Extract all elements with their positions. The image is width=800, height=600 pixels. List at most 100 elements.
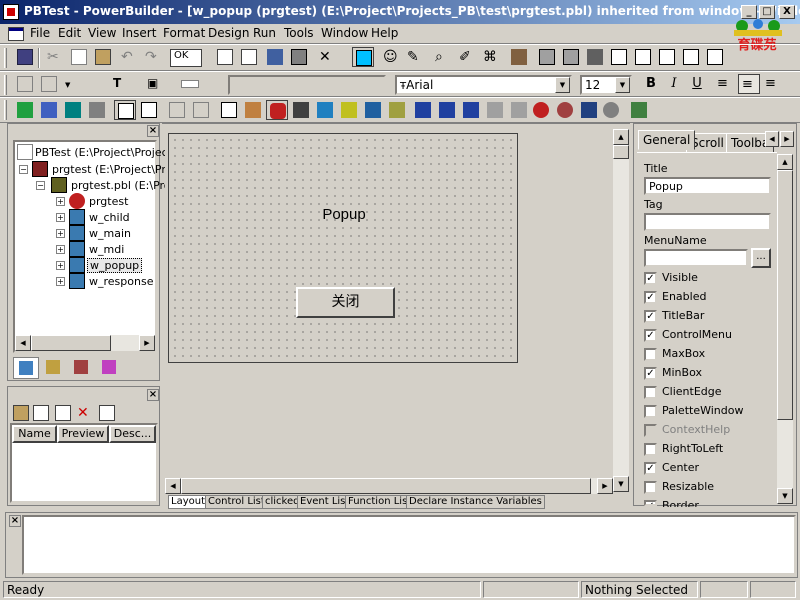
scroll-down-icon[interactable]: ▼	[777, 488, 793, 504]
titlebar-checkbox[interactable]: ✓	[644, 310, 657, 323]
tree-item-w-response[interactable]: w_response	[89, 275, 153, 288]
script-button[interactable]: ✎	[404, 47, 426, 67]
menu-view[interactable]: View	[88, 26, 116, 40]
check-icon[interactable]	[38, 100, 60, 120]
search-button[interactable]: ⌕	[432, 47, 454, 67]
background-color-button[interactable]: ▣	[144, 74, 166, 94]
replace-button[interactable]: ✐	[456, 47, 478, 67]
paste-list-icon[interactable]	[10, 403, 32, 423]
tree-item-w-main[interactable]: w_main	[89, 227, 131, 240]
scroll-right-icon[interactable]: ▶	[597, 478, 613, 494]
menu-format[interactable]: Format	[163, 26, 205, 40]
enabled-checkbox[interactable]: ✓	[644, 291, 657, 304]
grid-tool[interactable]	[484, 100, 506, 120]
close-icon[interactable]: ×	[147, 389, 159, 401]
align-right-button[interactable]: ≡	[762, 74, 784, 94]
menu-tools[interactable]: Tools	[284, 26, 314, 40]
righttoleft-checkbox[interactable]	[644, 443, 657, 456]
library-painter-button[interactable]	[508, 47, 530, 67]
run-icon[interactable]	[14, 100, 36, 120]
build-icon[interactable]	[62, 100, 84, 120]
tab-order-tool[interactable]	[508, 100, 530, 120]
border-checkbox[interactable]: ✓	[644, 500, 657, 506]
toolbar-grip[interactable]	[4, 48, 7, 68]
clip-tab[interactable]	[97, 357, 123, 379]
exit-door-icon[interactable]	[628, 100, 650, 120]
save-button[interactable]	[14, 47, 36, 67]
text-color-button[interactable]: T	[110, 74, 132, 94]
collapse-icon[interactable]: −	[36, 181, 45, 190]
toolbar-extra-button[interactable]	[704, 47, 726, 67]
scroll-thumb[interactable]	[31, 335, 111, 351]
redo-button[interactable]: ↷	[142, 47, 164, 67]
dropdown-arrow-icon[interactable]: ▼	[62, 74, 84, 94]
tree-item-library[interactable]: prgtest.pbl (E:\Proc	[71, 179, 177, 192]
debug-icon[interactable]	[554, 100, 576, 120]
static-text-tool[interactable]	[362, 100, 384, 120]
expand-icon[interactable]: +	[56, 277, 65, 286]
italic-button[interactable]: I	[663, 74, 685, 94]
exit-button[interactable]	[584, 47, 606, 67]
title-field[interactable]: Popup	[644, 177, 771, 195]
close-button[interactable]: X	[779, 5, 795, 19]
list-view[interactable]: Name Preview Desc...	[10, 423, 158, 503]
tab-general[interactable]: General	[638, 130, 696, 150]
script-list-button[interactable]	[218, 100, 240, 120]
minimize-button[interactable]: _	[741, 5, 757, 19]
scroll-left-icon[interactable]: ◀	[165, 478, 181, 494]
maxbox-checkbox[interactable]	[644, 348, 657, 361]
radio-tool[interactable]	[338, 100, 360, 120]
collapse-icon[interactable]: −	[19, 165, 28, 174]
expand-icon[interactable]: +	[56, 197, 65, 206]
zoom-button[interactable]: OK	[170, 49, 202, 67]
scroll-left-icon[interactable]: ◀	[15, 335, 31, 351]
menu-design[interactable]: Design	[208, 26, 249, 40]
tree-item-workspace[interactable]: PBTest (E:\Project\Projec	[35, 146, 168, 159]
app-icon[interactable]	[3, 4, 19, 20]
tile-button[interactable]	[656, 47, 678, 67]
layout-view-button[interactable]	[114, 100, 136, 120]
undo-button[interactable]: ↶	[118, 47, 140, 67]
underline-button[interactable]: U	[686, 74, 708, 94]
layer-button[interactable]	[680, 47, 702, 67]
expand-icon[interactable]: +	[56, 261, 65, 270]
deploy-button[interactable]	[560, 47, 582, 67]
db-button[interactable]	[536, 47, 558, 67]
browser-button[interactable]	[288, 47, 310, 67]
new-button[interactable]	[214, 47, 236, 67]
expand-icon[interactable]: +	[56, 245, 65, 254]
todo-button[interactable]: ☺	[380, 47, 402, 67]
tag-field[interactable]	[644, 213, 771, 231]
resizable-checkbox[interactable]	[644, 481, 657, 494]
properties-vscrollbar[interactable]: ▲ ▼	[777, 154, 793, 504]
font-size-combo[interactable]: 12 ▼	[580, 75, 632, 95]
maximize-button[interactable]: □	[759, 5, 775, 19]
align-center-button[interactable]: ≡	[738, 74, 760, 94]
preview-icon[interactable]	[86, 100, 108, 120]
scroll-up-icon[interactable]: ▲	[613, 129, 629, 145]
edit-tool[interactable]	[386, 100, 408, 120]
tree-tab[interactable]	[13, 357, 39, 379]
event-list-button[interactable]	[190, 100, 212, 120]
close-doc-button[interactable]: ✕	[316, 47, 338, 67]
tree-item-w-popup[interactable]: w_popup	[87, 258, 143, 273]
library-tree[interactable]: PBTest (E:\Project\Projec − prgtest (E:\…	[13, 140, 177, 353]
scroll-down-icon[interactable]: ▼	[613, 476, 629, 492]
font-name-combo[interactable]: ŦArial ▼	[395, 75, 572, 95]
expand-icon[interactable]: +	[56, 213, 65, 222]
popup-title-text[interactable]: Popup	[169, 206, 519, 223]
window-list-button[interactable]	[608, 47, 630, 67]
checkbox-tool[interactable]	[314, 100, 336, 120]
paste-button[interactable]	[92, 47, 114, 67]
canvas-hscrollbar[interactable]: ◀ ▶	[165, 478, 613, 494]
delete-icon[interactable]: ✕	[74, 403, 96, 423]
tab-scroll-right-icon[interactable]: ▶	[780, 131, 794, 147]
tree-item-target[interactable]: prgtest (E:\Project\Pr	[52, 163, 166, 176]
tab-layout[interactable]: Layout	[168, 495, 208, 509]
select-button[interactable]	[352, 47, 374, 67]
chevron-down-icon[interactable]: ▼	[555, 77, 570, 93]
column-header-name[interactable]: Name	[12, 425, 57, 443]
properties-view-button[interactable]	[138, 100, 160, 120]
menuname-field[interactable]	[644, 249, 748, 267]
space-tool[interactable]	[436, 100, 458, 120]
